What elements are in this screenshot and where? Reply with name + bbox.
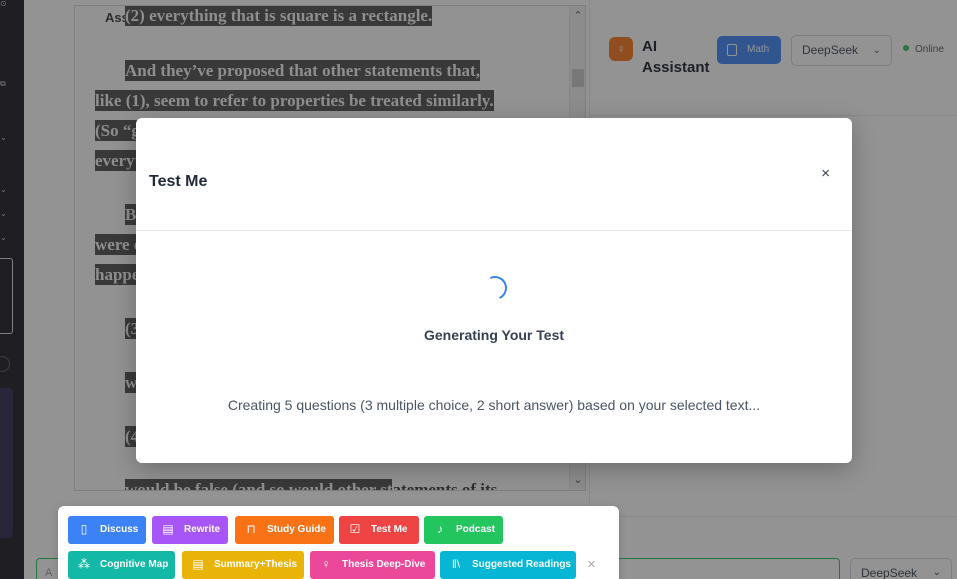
- clipboard-check-icon: ☑: [349, 522, 361, 536]
- book-open-icon: ▯: [80, 522, 88, 536]
- suggested-readings-button[interactable]: ‖\ Suggested Readings: [440, 551, 576, 579]
- modal-heading: Generating Your Test: [423, 327, 565, 343]
- selection-action-toolbar: ▯ Discuss ▤ Rewrite ⊓ Study Guide ☑ Test Me …: [58, 506, 619, 579]
- loading-spinner-icon: [479, 272, 511, 304]
- modal-title: Test Me: [149, 173, 208, 190]
- close-icon[interactable]: ×: [587, 557, 596, 573]
- discuss-button[interactable]: ▯ Discuss: [68, 516, 146, 544]
- cognitive-map-button[interactable]: ⁂ Cognitive Map: [68, 551, 175, 579]
- podcast-button[interactable]: ♪ Podcast: [424, 516, 503, 544]
- modal-divider: [136, 230, 852, 231]
- summary-thesis-button[interactable]: ▤ Summary+Thesis: [182, 551, 304, 579]
- study-guide-button[interactable]: ⊓ Study Guide: [235, 516, 334, 544]
- test-me-button[interactable]: ☑ Test Me: [339, 516, 419, 544]
- rewrite-label: Rewrite: [184, 524, 221, 535]
- rewrite-button[interactable]: ▤ Rewrite: [152, 516, 228, 544]
- thesis-deep-dive-label: Thesis Deep-Dive: [342, 559, 426, 570]
- discuss-label: Discuss: [100, 524, 139, 535]
- lightbulb-icon: ♀: [321, 557, 331, 571]
- close-icon[interactable]: ×: [821, 166, 830, 182]
- test-me-label: Test Me: [371, 524, 408, 535]
- thesis-deep-dive-button[interactable]: ♀ Thesis Deep-Dive: [310, 551, 435, 579]
- bookmark-icon: ⊓: [246, 522, 256, 536]
- podcast-label: Podcast: [456, 524, 495, 535]
- document-text-icon: ▤: [192, 557, 204, 571]
- speaker-icon: ♪: [437, 522, 443, 536]
- document-icon: ▤: [162, 522, 174, 536]
- study-guide-label: Study Guide: [267, 524, 326, 535]
- test-me-modal: Test Me × Generating Your Test Creating …: [136, 118, 852, 463]
- library-icon: ‖\: [451, 557, 461, 571]
- network-icon: ⁂: [78, 557, 90, 571]
- summary-thesis-label: Summary+Thesis: [214, 559, 298, 570]
- suggested-readings-label: Suggested Readings: [472, 559, 571, 570]
- cognitive-map-label: Cognitive Map: [100, 559, 169, 570]
- modal-description: Creating 5 questions (3 multiple choice,…: [227, 397, 761, 413]
